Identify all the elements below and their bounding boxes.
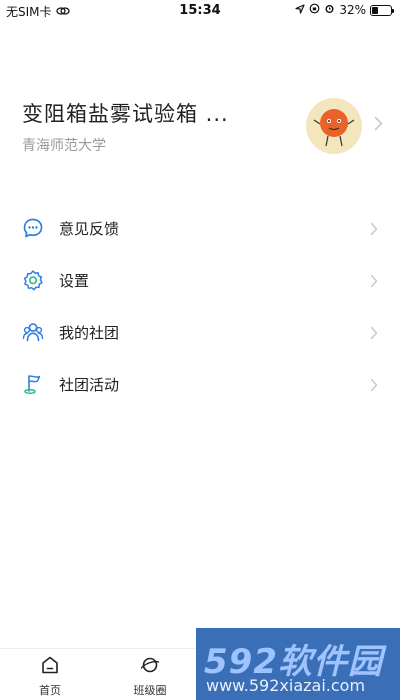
alarm-icon <box>324 3 335 17</box>
group-people-icon <box>22 321 44 343</box>
watermark-url: www.592xiazai.com <box>206 676 366 695</box>
menu-item-my-clubs[interactable]: 我的社团 <box>0 306 400 358</box>
menu-item-label: 设置 <box>59 272 90 290</box>
tab-class-circle[interactable]: 班级圈 <box>115 655 185 698</box>
menu-item-feedback[interactable]: 意见反馈 <box>0 202 400 254</box>
avatar[interactable] <box>306 98 362 154</box>
home-icon <box>15 655 85 679</box>
watermark-overlay: 592软件园 www.592xiazai.com <box>196 628 400 700</box>
menu-item-label: 社团活动 <box>59 376 120 394</box>
tab-home[interactable]: 首页 <box>15 655 85 698</box>
flag-activity-icon <box>22 373 44 395</box>
chevron-right-icon <box>370 377 378 396</box>
tab-label: 首页 <box>39 684 61 697</box>
menu-item-label: 意见反馈 <box>59 220 120 238</box>
chevron-right-icon <box>370 325 378 344</box>
profile-card[interactable]: 变阻箱盐雾试验箱 ... 青海师范大学 <box>0 90 400 170</box>
feedback-chat-icon <box>22 217 44 239</box>
profile-school: 青海师范大学 <box>22 138 106 154</box>
profile-name: 变阻箱盐雾试验箱 ... <box>22 102 229 126</box>
menu-item-settings[interactable]: 设置 <box>0 254 400 306</box>
status-right: 32% <box>295 3 394 17</box>
chevron-right-icon <box>370 221 378 240</box>
rotation-lock-icon <box>309 3 320 17</box>
settings-menu: 意见反馈 设置 我的社团 社团活动 <box>0 202 400 410</box>
planet-icon <box>115 655 185 679</box>
battery-percent: 32% <box>339 3 366 17</box>
location-arrow-icon <box>295 3 305 17</box>
menu-item-club-activities[interactable]: 社团活动 <box>0 358 400 410</box>
battery-icon <box>370 4 394 16</box>
battery-fill <box>372 6 378 14</box>
chevron-right-icon <box>374 116 383 135</box>
tab-label: 班级圈 <box>133 684 167 697</box>
status-bar: 无SIM卡 15:34 32% <box>0 0 400 22</box>
chevron-right-icon <box>370 273 378 292</box>
settings-gear-icon <box>22 269 44 291</box>
menu-item-label: 我的社团 <box>59 324 120 342</box>
avatar-character-icon <box>313 109 355 147</box>
